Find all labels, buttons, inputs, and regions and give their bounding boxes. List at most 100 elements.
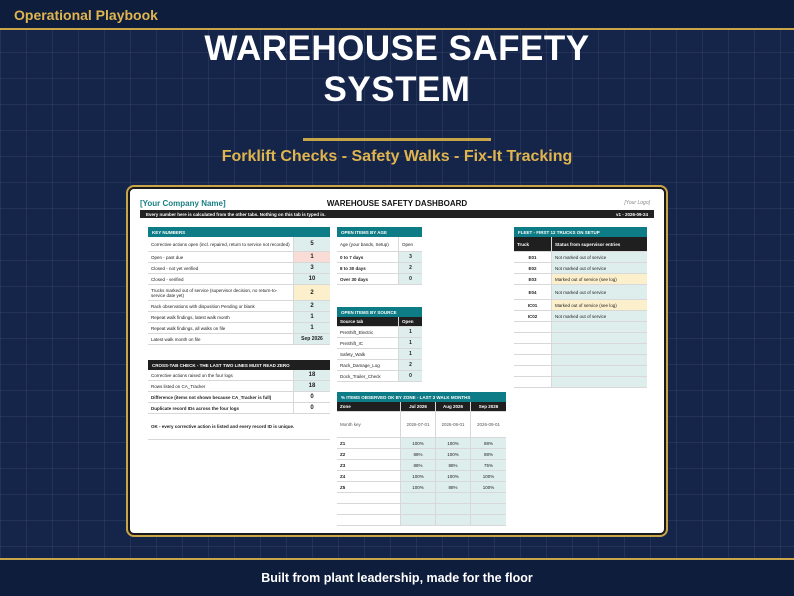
row-label: Open - past due xyxy=(148,252,294,262)
zone-ok-table: % ITEMS OBSERVED OK BY ZONE - LAST 3 WAL… xyxy=(337,392,506,526)
zone-value: 100% xyxy=(436,438,471,448)
table-row: Corrective actions open (incl. repaired,… xyxy=(148,237,330,252)
row-label: Difference (items not shown because CA_T… xyxy=(148,392,294,402)
truck-status: Marked out of service (see log) xyxy=(552,274,647,284)
empty-row xyxy=(514,366,647,377)
month-key-row: Month key 2026-07-01 2026-08-01 2026-09-… xyxy=(337,412,506,438)
row-value: 18 xyxy=(294,370,330,380)
table-row: E04 Not marked out of service xyxy=(514,285,647,300)
empty-cell xyxy=(337,493,401,503)
row-label: 8 to 30 days xyxy=(337,263,399,273)
table-header-row: Source tab Open xyxy=(337,317,422,327)
brand-label: Operational Playbook xyxy=(14,7,158,23)
truck-id: E04 xyxy=(514,285,552,299)
column-header: Status from supervisor entries xyxy=(552,237,647,251)
hero-divider xyxy=(303,138,491,141)
hero-title: WAREHOUSE SAFETY SYSTEM xyxy=(0,28,794,110)
month-key: 2026-07-01 xyxy=(401,412,436,437)
hero-title-line2: SYSTEM xyxy=(323,70,471,109)
row-value: 0 xyxy=(399,371,422,381)
column-header: Truck xyxy=(514,237,552,251)
by-source-header: OPEN ITEMS BY SOURCE xyxy=(337,307,422,317)
table-row: E01 Not marked out of service xyxy=(514,252,647,263)
table-row: 0 to 7 days 3 xyxy=(337,252,422,263)
row-label: PreShift_Electric xyxy=(337,327,399,337)
truck-status: Not marked out of service xyxy=(552,263,647,273)
empty-cell xyxy=(436,504,471,514)
empty-row xyxy=(337,515,506,526)
row-value: 0 xyxy=(399,274,422,284)
empty-row xyxy=(514,355,647,366)
row-value: 1 xyxy=(399,338,422,348)
empty-row xyxy=(514,344,647,355)
zone-value: 100% xyxy=(401,438,436,448)
empty-cell xyxy=(552,366,647,376)
footer-tagline: Built from plant leadership, made for th… xyxy=(261,571,533,585)
zone-value: 88% xyxy=(401,460,436,470)
by-zone-header: % ITEMS OBSERVED OK BY ZONE - LAST 3 WAL… xyxy=(337,392,506,402)
column-header: Open xyxy=(399,317,422,326)
row-label: Trucks marked out of service (supervisor… xyxy=(148,285,294,300)
row-label: Safety_Walk xyxy=(337,349,399,359)
table-row: Open - past due 1 xyxy=(148,252,330,263)
truck-id: E01 xyxy=(514,252,552,262)
info-note: Every number here is calculated from the… xyxy=(146,211,326,217)
column-header: Age (your bands, Setup) xyxy=(337,237,399,251)
table-row: IC01 Marked out of service (see log) xyxy=(514,300,647,311)
row-label: Latest walk month on file xyxy=(148,334,294,344)
table-row: Rack observations with disposition Pendi… xyxy=(148,301,330,312)
empty-row xyxy=(514,333,647,344)
table-row: Z1 100% 100% 88% xyxy=(337,438,506,449)
row-value: 18 xyxy=(294,381,330,391)
empty-cell xyxy=(514,377,552,387)
top-bar: Operational Playbook xyxy=(0,0,794,30)
row-label: Month key xyxy=(337,412,401,437)
open-items-by-source-table: OPEN ITEMS BY SOURCE Source tab Open Pre… xyxy=(337,307,422,382)
key-numbers-table: KEY NUMBERS Corrective actions open (inc… xyxy=(148,227,330,345)
row-value: 1 xyxy=(294,252,330,262)
footer-bar: Built from plant leadership, made for th… xyxy=(0,560,794,596)
table-row: Repeat walk findings, latest walk month … xyxy=(148,312,330,323)
row-label: Rows listed on CA_Tracker xyxy=(148,381,294,391)
truck-id: E03 xyxy=(514,274,552,284)
empty-cell xyxy=(471,504,506,514)
zone-value: 75% xyxy=(471,460,506,470)
table-row: PreShift_IC 1 xyxy=(337,338,422,349)
zone-label: Z2 xyxy=(337,449,401,459)
row-label: Rack_Damage_Log xyxy=(337,360,399,370)
zone-value: 88% xyxy=(401,449,436,459)
row-value: 2 xyxy=(294,301,330,311)
empty-cell xyxy=(552,322,647,332)
truck-id: IC02 xyxy=(514,311,552,321)
table-row: Z3 88% 88% 75% xyxy=(337,460,506,471)
row-label: Over 30 days xyxy=(337,274,399,284)
table-header-row: Zone Jul 2026 Aug 2026 Sep 2026 xyxy=(337,402,506,412)
cross-tab-status: OK - every corrective action is listed a… xyxy=(151,424,295,429)
truck-id: E02 xyxy=(514,263,552,273)
row-value: Sep 2026 xyxy=(294,334,330,344)
truck-status: Not marked out of service xyxy=(552,311,647,321)
zone-value: 100% xyxy=(401,482,436,492)
table-row: Corrective actions raised on the four lo… xyxy=(148,370,330,381)
cross-tab-header: CROSS-TAB CHECK - THE LAST TWO LINES MUS… xyxy=(148,360,330,370)
row-value: 3 xyxy=(399,252,422,262)
empty-cell xyxy=(337,504,401,514)
row-value: 3 xyxy=(294,263,330,273)
logo-placeholder: [Your Logo] xyxy=(624,200,650,206)
fleet-header: FLEET - FIRST 12 TRUCKS ON SETUP xyxy=(514,227,647,237)
column-header: Aug 2026 xyxy=(436,402,471,411)
empty-cell xyxy=(552,355,647,365)
zone-value: 100% xyxy=(436,449,471,459)
row-value: 2 xyxy=(294,285,330,300)
by-age-header: OPEN ITEMS BY AGE xyxy=(337,227,422,237)
table-row: Over 30 days 0 xyxy=(337,274,422,285)
empty-row xyxy=(337,504,506,515)
zone-value: 100% xyxy=(471,482,506,492)
table-header-row: Truck Status from supervisor entries xyxy=(514,237,647,252)
table-row: Rack_Damage_Log 2 xyxy=(337,360,422,371)
hero-title-line1: WAREHOUSE SAFETY xyxy=(204,29,590,68)
column-header: Source tab xyxy=(337,317,399,326)
truck-status: Not marked out of service xyxy=(552,252,647,262)
zone-value: 100% xyxy=(436,471,471,481)
table-row: Z4 100% 100% 100% xyxy=(337,471,506,482)
